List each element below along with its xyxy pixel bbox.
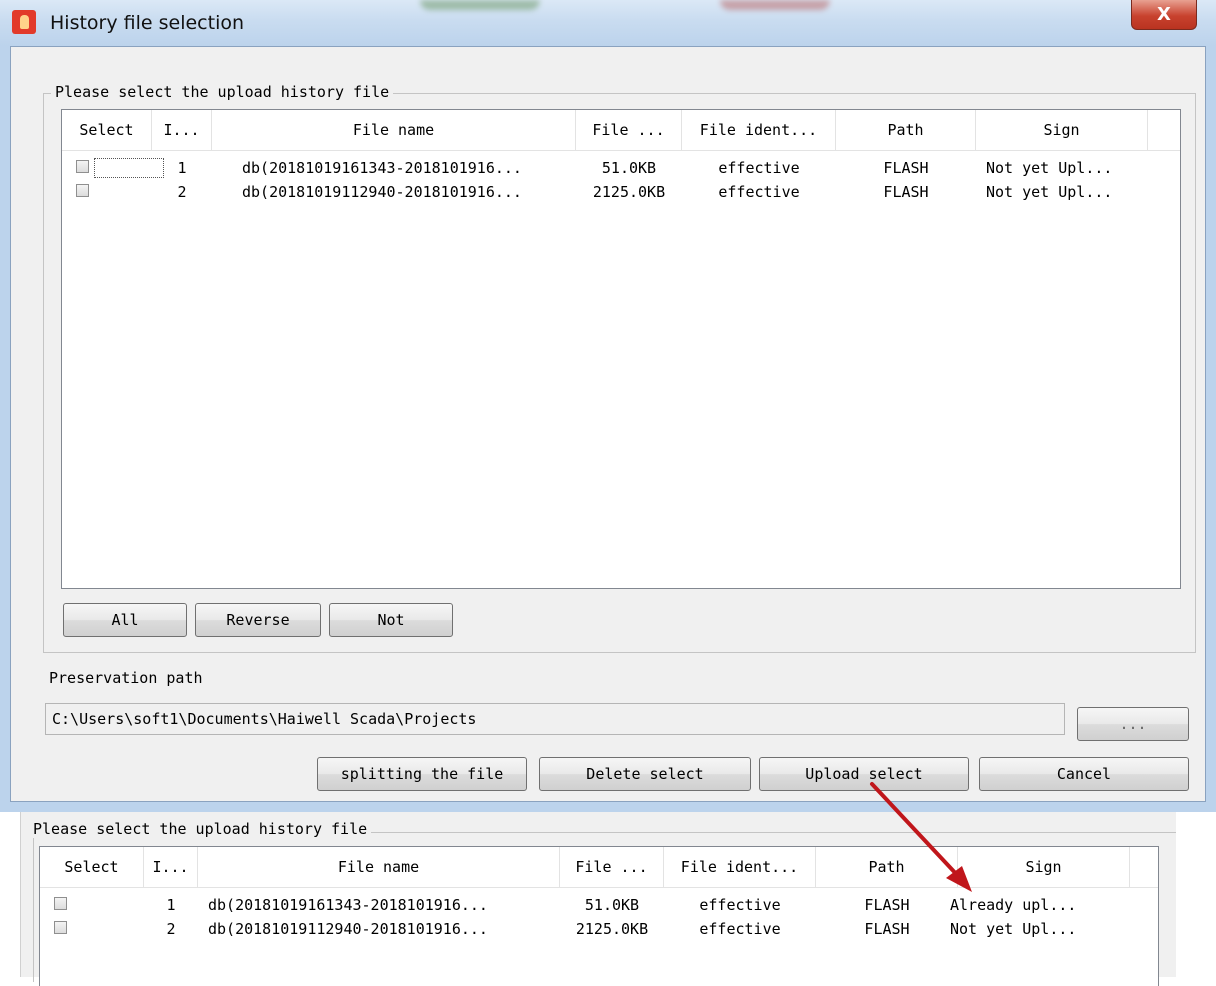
column-header-sign[interactable]: Sign xyxy=(976,110,1148,150)
row-index: 1 xyxy=(166,896,176,914)
row-file-size: 2125.0KB xyxy=(592,183,666,201)
list-item[interactable]: 1 db(20181019161343-2018101916... 51.0KB… xyxy=(62,156,1180,180)
row-file-name: db(20181019112940-2018101916... xyxy=(242,183,522,201)
preservation-path-field[interactable]: C:\Users\soft1\Documents\Haiwell Scada\P… xyxy=(45,703,1065,735)
column-header-file-ident[interactable]: File ident... xyxy=(682,110,836,150)
browse-button[interactable]: ... xyxy=(1077,707,1189,741)
excerpt-panel: Please select the upload history file Se… xyxy=(20,812,1176,986)
column-header-file-size[interactable]: File ... xyxy=(576,110,682,150)
column-header-index[interactable]: I... xyxy=(152,110,212,150)
excerpt-groupbox-label: Please select the upload history file xyxy=(33,820,372,838)
history-file-list[interactable]: Select I... File name File ... File iden… xyxy=(61,109,1181,589)
column-header-file-size[interactable]: File ... xyxy=(560,847,664,887)
list-item[interactable]: 2 db(20181019112940-2018101916... 2125.0… xyxy=(62,180,1180,204)
row-file-size: 2125.0KB xyxy=(575,920,649,938)
history-file-dialog: History file selection X Please select t… xyxy=(0,0,1216,812)
after-upload-excerpt: Please select the upload history file Se… xyxy=(0,812,1216,986)
column-header-sign[interactable]: Sign xyxy=(958,847,1130,887)
preservation-path-label: Preservation path xyxy=(49,669,203,687)
column-header-file-name[interactable]: File name xyxy=(198,847,560,887)
row-path: FLASH xyxy=(864,896,910,914)
delete-select-button[interactable]: Delete select xyxy=(539,757,751,791)
row-path: FLASH xyxy=(883,183,929,201)
row-file-name: db(20181019112940-2018101916... xyxy=(208,920,488,938)
column-header-index[interactable]: I... xyxy=(144,847,198,887)
row-file-size: 51.0KB xyxy=(601,159,657,177)
row-checkbox[interactable] xyxy=(54,897,67,910)
list-item[interactable]: 2 db(20181019112940-2018101916... 2125.0… xyxy=(40,917,1158,941)
row-file-ident: effective xyxy=(718,183,800,201)
app-hand-icon xyxy=(12,10,36,34)
groupbox-label: Please select the upload history file xyxy=(51,83,394,101)
row-file-ident: effective xyxy=(718,159,800,177)
upload-select-button[interactable]: Upload select xyxy=(759,757,969,791)
row-file-name: db(20181019161343-2018101916... xyxy=(208,896,488,914)
column-header-path[interactable]: Path xyxy=(836,110,976,150)
split-file-button[interactable]: splitting the file xyxy=(317,757,527,791)
row-path: FLASH xyxy=(883,159,929,177)
row-checkbox[interactable] xyxy=(76,160,89,173)
excerpt-file-list[interactable]: Select I... File name File ... File iden… xyxy=(39,846,1159,986)
row-index: 1 xyxy=(177,159,187,177)
row-path: FLASH xyxy=(864,920,910,938)
row-index: 2 xyxy=(177,183,187,201)
titlebar-glow-green xyxy=(420,0,540,10)
column-header-file-name[interactable]: File name xyxy=(212,110,576,150)
row-sign: Not yet Upl... xyxy=(986,183,1113,201)
list-item[interactable]: 1 db(20181019161343-2018101916... 51.0KB… xyxy=(40,893,1158,917)
row-file-ident: effective xyxy=(699,920,781,938)
list-header: Select I... File name File ... File iden… xyxy=(62,110,1180,151)
title-bar[interactable]: History file selection X xyxy=(0,0,1216,46)
column-header-filler xyxy=(1148,110,1180,150)
window-frame: Please select the upload history file Se… xyxy=(0,46,1216,812)
column-header-path[interactable]: Path xyxy=(816,847,958,887)
row-sign: Not yet Upl... xyxy=(950,920,1077,938)
column-header-select[interactable]: Select xyxy=(40,847,144,887)
dialog-client-area: Please select the upload history file Se… xyxy=(10,46,1206,802)
row-checkbox[interactable] xyxy=(54,921,67,934)
select-none-button[interactable]: Not xyxy=(329,603,453,637)
row-file-name: db(20181019161343-2018101916... xyxy=(242,159,522,177)
row-file-size: 51.0KB xyxy=(584,896,640,914)
column-header-select[interactable]: Select xyxy=(62,110,152,150)
titlebar-glow-red xyxy=(720,0,830,10)
cancel-button[interactable]: Cancel xyxy=(979,757,1189,791)
row-sign: Already upl... xyxy=(950,896,1077,914)
row-checkbox[interactable] xyxy=(76,184,89,197)
row-sign: Not yet Upl... xyxy=(986,159,1113,177)
close-button[interactable]: X xyxy=(1131,0,1197,30)
select-all-button[interactable]: All xyxy=(63,603,187,637)
column-header-file-ident[interactable]: File ident... xyxy=(664,847,816,887)
reverse-selection-button[interactable]: Reverse xyxy=(195,603,321,637)
column-header-filler xyxy=(1130,847,1158,887)
window-title: History file selection xyxy=(50,12,245,34)
excerpt-list-header: Select I... File name File ... File iden… xyxy=(40,847,1158,888)
row-file-ident: effective xyxy=(699,896,781,914)
row-index: 2 xyxy=(166,920,176,938)
